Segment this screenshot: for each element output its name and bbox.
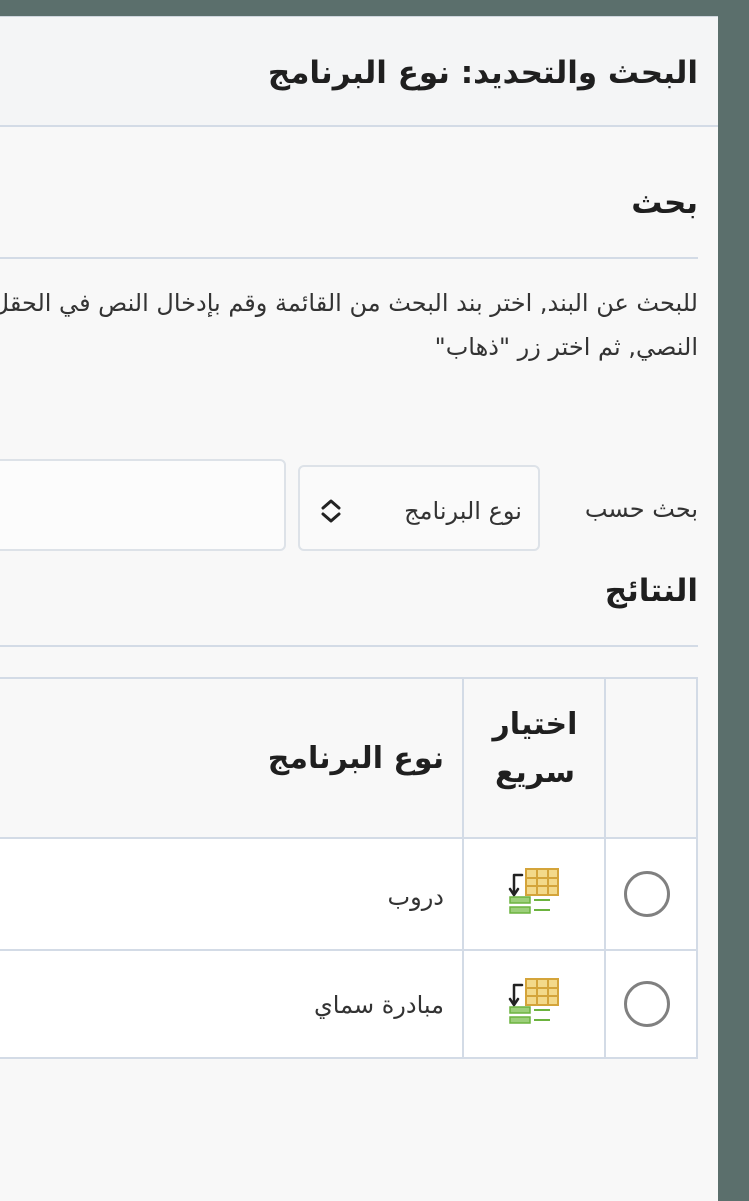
dialog-titlebar: البحث والتحديد: نوع البرنامج bbox=[0, 17, 718, 127]
program-type-cell: مبادرة سماي bbox=[314, 991, 444, 1019]
results-table-header: اختيار سريع نوع البرنامج bbox=[0, 679, 696, 839]
search-heading: بحث bbox=[631, 185, 698, 221]
search-by-label: بحث حسب bbox=[584, 495, 698, 523]
chevron-up-down-icon bbox=[321, 499, 341, 523]
results-table: اختيار سريع نوع البرنامج دروب مبادرة سما… bbox=[0, 677, 698, 1059]
results-heading-divider bbox=[0, 645, 698, 647]
row-select-radio[interactable] bbox=[624, 871, 670, 917]
search-select-dialog: البحث والتحديد: نوع البرنامج بحث للبحث ع… bbox=[0, 16, 718, 1201]
search-by-selected-value: نوع البرنامج bbox=[404, 497, 522, 525]
row-select-radio[interactable] bbox=[624, 981, 670, 1027]
table-row: مبادرة سماي bbox=[0, 951, 696, 1055]
dialog-title: البحث والتحديد: نوع البرنامج bbox=[267, 55, 698, 91]
column-divider bbox=[604, 679, 606, 1057]
results-heading: النتائج bbox=[604, 573, 698, 609]
search-text-input[interactable] bbox=[0, 459, 286, 551]
column-header-program-type[interactable]: نوع البرنامج bbox=[268, 741, 444, 776]
search-heading-divider bbox=[0, 257, 698, 259]
quick-select-icon[interactable] bbox=[506, 977, 562, 1029]
search-by-select[interactable]: نوع البرنامج bbox=[298, 465, 540, 551]
quick-select-icon[interactable] bbox=[506, 867, 562, 919]
column-divider bbox=[462, 679, 464, 1057]
column-header-quick-select: اختيار سريع bbox=[492, 707, 578, 790]
table-row: دروب bbox=[0, 839, 696, 949]
search-instructions: للبحث عن البند, اختر بند البحث من القائم… bbox=[0, 289, 698, 361]
program-type-cell: دروب bbox=[387, 883, 444, 911]
